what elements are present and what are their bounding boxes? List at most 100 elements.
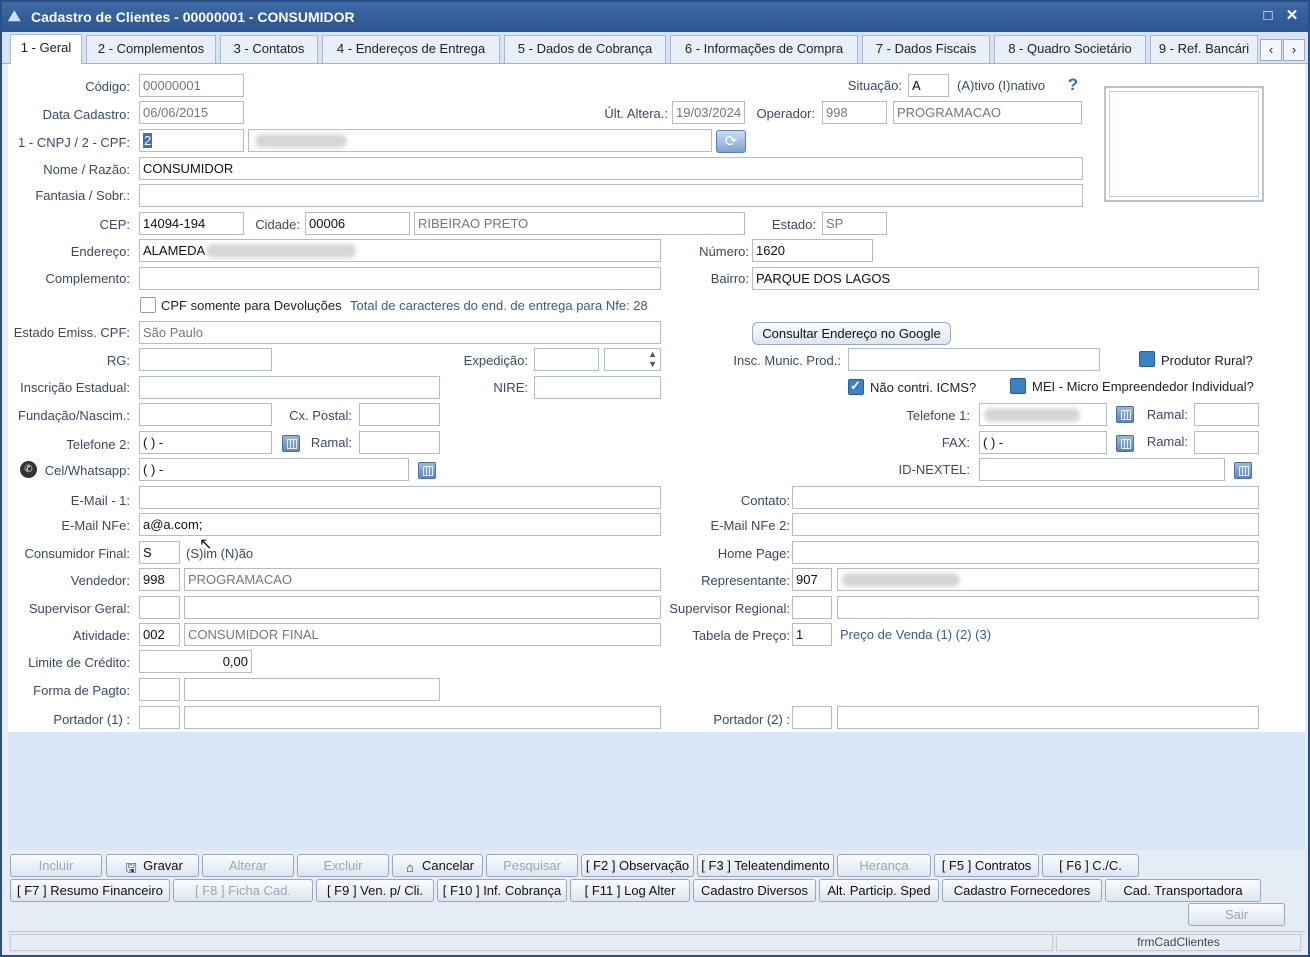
cpf-devolucoes-checkbox[interactable]	[140, 297, 156, 313]
limite-credito-field[interactable]: 0,00	[139, 650, 252, 673]
codigo-field[interactable]: 00000001	[139, 74, 244, 97]
contato-field[interactable]	[792, 486, 1259, 509]
supervisor-geral-code-field[interactable]	[139, 596, 180, 619]
representante-name-field[interactable]	[837, 568, 1259, 591]
cancelar-button[interactable]: ⌂ Cancelar	[392, 854, 483, 877]
vendedor-code-field[interactable]: 998	[139, 568, 180, 591]
pesquisar-button[interactable]: Pesquisar	[486, 854, 578, 877]
email1-field[interactable]	[139, 486, 661, 509]
cep-field[interactable]: 14094-194	[139, 212, 244, 235]
alterar-button[interactable]: Alterar	[202, 854, 294, 877]
cidade-name-field[interactable]: RIBEIRAO PRETO	[414, 212, 745, 235]
id-nextel-field[interactable]	[979, 458, 1225, 481]
resumo-financeiro-button[interactable]: [ F7 ] Resumo Financeiro	[10, 879, 170, 902]
email-nfe2-field[interactable]	[792, 513, 1259, 536]
contratos-button[interactable]: [ F5 ] Contratos	[934, 854, 1039, 877]
email-nfe-field[interactable]: a@a.com;	[139, 513, 661, 536]
tipo-doc-field[interactable]: 2	[139, 129, 244, 152]
tab-dados-fiscais[interactable]: 7 - Dados Fiscais	[862, 35, 990, 63]
ramal3-field[interactable]	[1194, 431, 1259, 454]
tabela-preco-field[interactable]: 1	[792, 623, 832, 646]
incluir-button[interactable]: Incluir	[10, 854, 102, 877]
excluir-button[interactable]: Excluir	[297, 854, 389, 877]
cadastro-fornecedores-button[interactable]: Cadastro Fornecedores	[942, 879, 1102, 902]
calendar-icon[interactable]	[1234, 462, 1252, 479]
portador2-code-field[interactable]	[792, 706, 832, 729]
atividade-code-field[interactable]: 002	[139, 623, 180, 646]
fundacao-field[interactable]	[139, 403, 272, 426]
fax-field[interactable]: ( ) -	[979, 431, 1107, 454]
ramal1-field[interactable]	[1194, 403, 1259, 426]
sair-button[interactable]: Sair	[1188, 903, 1285, 926]
vendedor-name-field[interactable]: PROGRAMACAO	[184, 568, 661, 591]
inf-cobranca-button[interactable]: [ F10 ] Inf. Cobrança	[437, 879, 567, 902]
cel-whatsapp-field[interactable]: ( ) -	[139, 458, 409, 481]
ven-p-cli-button[interactable]: [ F9 ] Ven. p/ Cli.	[316, 879, 434, 902]
tab-geral[interactable]: 1 - Geral	[10, 34, 82, 64]
supervisor-regional-code-field[interactable]	[792, 596, 832, 619]
situacao-field[interactable]: A	[908, 74, 949, 97]
estado-emiss-field[interactable]: São Paulo	[139, 321, 661, 344]
complemento-field[interactable]	[139, 267, 661, 290]
cadastro-diversos-button[interactable]: Cadastro Diversos	[693, 879, 816, 902]
nao-contri-icms-checkbox[interactable]	[848, 378, 864, 395]
data-cadastro-field[interactable]: 06/06/2015	[139, 101, 244, 124]
tab-quadro-societario[interactable]: 8 - Quadro Societário	[994, 35, 1146, 63]
rg-field[interactable]	[139, 348, 272, 371]
tab-ref-bancaria[interactable]: 9 - Ref. Bancári	[1150, 35, 1258, 63]
telefone1-field[interactable]	[979, 403, 1107, 426]
consumidor-final-field[interactable]: S	[139, 541, 180, 564]
maximize-icon[interactable]: □	[1258, 6, 1278, 26]
heranca-button[interactable]: Herança	[837, 854, 931, 877]
cc-button[interactable]: [ F6 ] C./C.	[1042, 854, 1139, 877]
ult-altera-field[interactable]: 19/03/2024	[672, 101, 745, 124]
tab-contatos[interactable]: 3 - Contatos	[220, 35, 318, 63]
portador1-name-field[interactable]	[184, 706, 661, 729]
calendar-icon[interactable]	[418, 462, 436, 479]
mei-checkbox[interactable]	[1010, 378, 1026, 394]
ramal2-field[interactable]	[359, 431, 440, 454]
calendar-icon[interactable]	[282, 435, 300, 452]
cad-transportadora-button[interactable]: Cad. Transportadora	[1105, 879, 1261, 902]
alt-particip-sped-button[interactable]: Alt. Particip. Sped	[819, 879, 939, 902]
forma-pagto-name-field[interactable]	[184, 678, 440, 701]
bairro-field[interactable]: PARQUE DOS LAGOS	[752, 267, 1259, 290]
tab-informacoes-compra[interactable]: 6 - Informações de Compra	[670, 35, 858, 63]
produtor-rural-checkbox[interactable]	[1139, 351, 1155, 367]
calendar-icon[interactable]	[1116, 406, 1134, 423]
tab-dados-cobranca[interactable]: 5 - Dados de Cobrança	[504, 35, 666, 63]
portador2-name-field[interactable]	[837, 706, 1259, 729]
cpf-field[interactable]	[248, 129, 712, 152]
portador1-code-field[interactable]	[139, 706, 180, 729]
nome-field[interactable]: CONSUMIDOR	[139, 157, 1083, 180]
endereco-field[interactable]: ALAMEDA	[139, 239, 661, 262]
nire-field[interactable]	[534, 376, 661, 399]
teleatendimento-button[interactable]: [ F3 ] Teleatendimento	[697, 854, 834, 877]
fantasia-field[interactable]	[139, 184, 1083, 207]
inscricao-estadual-field[interactable]	[139, 376, 440, 399]
expedicao-date-field[interactable]	[534, 348, 599, 371]
expedicao-uf-select[interactable]: ▲ ▼	[604, 348, 661, 371]
close-icon[interactable]: ✕	[1282, 6, 1302, 26]
refresh-icon[interactable]: ⟳	[716, 130, 746, 153]
home-page-field[interactable]	[792, 541, 1259, 564]
tab-complementos[interactable]: 2 - Complementos	[86, 35, 216, 63]
tab-prev-button[interactable]: ‹	[1260, 39, 1282, 61]
tab-enderecos-entrega[interactable]: 4 - Endereços de Entrega	[322, 35, 500, 63]
insc-munic-field[interactable]	[848, 348, 1100, 371]
observacao-button[interactable]: [ F2 ] Observação	[581, 854, 694, 877]
help-icon[interactable]: ?	[1064, 75, 1082, 94]
tab-next-button[interactable]: ›	[1283, 39, 1305, 61]
representante-code-field[interactable]: 907	[792, 568, 832, 591]
log-alter-button[interactable]: [ F11 ] Log Alter	[570, 879, 690, 902]
consultar-google-button[interactable]: Consultar Endereço no Google	[752, 322, 951, 345]
forma-pagto-code-field[interactable]	[139, 678, 180, 701]
operador-name-field[interactable]: PROGRAMACAO	[893, 101, 1082, 124]
operador-code-field[interactable]: 998	[822, 101, 887, 124]
calendar-icon[interactable]	[1116, 435, 1134, 452]
cidade-code-field[interactable]: 00006	[305, 212, 410, 235]
atividade-name-field[interactable]: CONSUMIDOR FINAL	[184, 623, 661, 646]
telefone2-field[interactable]: ( ) -	[139, 431, 272, 454]
supervisor-geral-name-field[interactable]	[184, 596, 661, 619]
numero-field[interactable]: 1620	[752, 239, 873, 262]
